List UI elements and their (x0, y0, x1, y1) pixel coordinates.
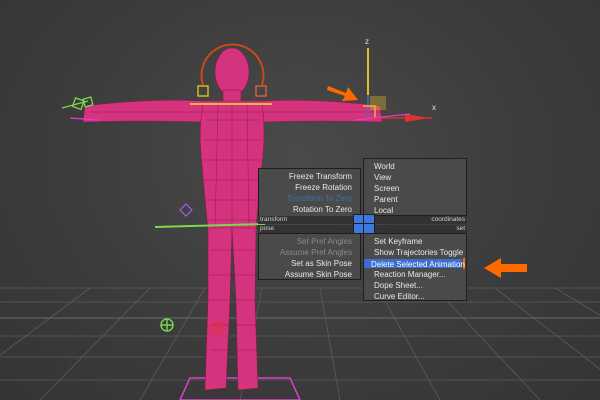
coordinates-item-view[interactable]: View (364, 172, 466, 183)
gizmo-x-label: x (432, 103, 436, 112)
highlighted-menu-item-label: Delete Selected Animation (364, 259, 465, 269)
orange-arrow-icon (327, 86, 358, 101)
set-item-dope-sheet[interactable]: Dope Sheet... (364, 280, 466, 291)
quad-transform-header-text: transform (260, 216, 288, 223)
head-helper-left[interactable] (197, 85, 209, 97)
set-item-reaction-manager[interactable]: Reaction Manager... (364, 269, 466, 280)
quad-pose: Set Pref Angles Assume Pref Angles Set as … (258, 233, 361, 280)
quad-set-header-text: set (456, 225, 465, 232)
set-item-show-trajectories-toggle[interactable]: Show Trajectories Toggle (364, 247, 466, 258)
knee-helper-left[interactable] (160, 318, 174, 332)
orange-arrow-icon-2 (484, 258, 527, 278)
knee-helper-right[interactable] (210, 321, 224, 335)
pose-item-assume-pref-angles: Assume Pref Angles (279, 248, 352, 257)
head-helper-right[interactable] (255, 85, 267, 97)
quad-center-icon[interactable] (353, 214, 375, 234)
hip-move-icon[interactable] (179, 203, 193, 217)
set-item-set-keyframe[interactable]: Set Keyframe (364, 236, 466, 247)
gizmo-z-label: z (365, 37, 369, 46)
set-item-delete-selected-animation[interactable]: Delete Selected AnimationDelete Selected… (364, 258, 466, 269)
quad-coordinates-header: coordinates (363, 216, 467, 224)
quad-transform: Freeze Transform Freeze Rotation Transform… (258, 168, 361, 217)
highlighted-menu-item[interactable]: Delete Selected Animation (364, 258, 465, 269)
pose-item-set-as-skin-pose[interactable]: Set as Skin Pose (259, 258, 360, 269)
coordinates-item-parent[interactable]: Parent (364, 194, 466, 205)
quad-set: Set Keyframe Show Trajectories Toggle Dele… (363, 233, 467, 301)
quad-coordinates-header-text: coordinates (431, 216, 465, 223)
quad-pose-header: pose (258, 225, 361, 233)
quad-coordinates: World View Screen Parent Local (363, 158, 467, 216)
pose-item-set-pref-angles: Set Pref Angles (296, 237, 352, 246)
transform-item-freeze-transform[interactable]: Freeze Transform (259, 171, 360, 182)
transform-item-rotation-to-zero[interactable]: Rotation To Zero (259, 204, 360, 215)
coordinates-item-world[interactable]: World (364, 161, 466, 172)
quad-set-header: set (363, 225, 467, 233)
quad-pose-header-text: pose (260, 225, 275, 232)
set-item-curve-editor[interactable]: Curve Editor... (364, 291, 466, 302)
quad-transform-header: transform (258, 216, 363, 224)
ground-grid (0, 287, 600, 400)
pose-item-assume-skin-pose[interactable]: Assume Skin Pose (259, 269, 360, 280)
coordinates-item-local[interactable]: Local (364, 205, 466, 216)
coordinates-item-screen[interactable]: Screen (364, 183, 466, 194)
transform-item-freeze-rotation[interactable]: Freeze Rotation (259, 182, 360, 193)
3d-viewport[interactable]: z x Freeze Transform Freeze Rotation Trans… (0, 0, 600, 400)
transform-item-transform-to-zero[interactable]: Transform To Zero (259, 193, 360, 204)
